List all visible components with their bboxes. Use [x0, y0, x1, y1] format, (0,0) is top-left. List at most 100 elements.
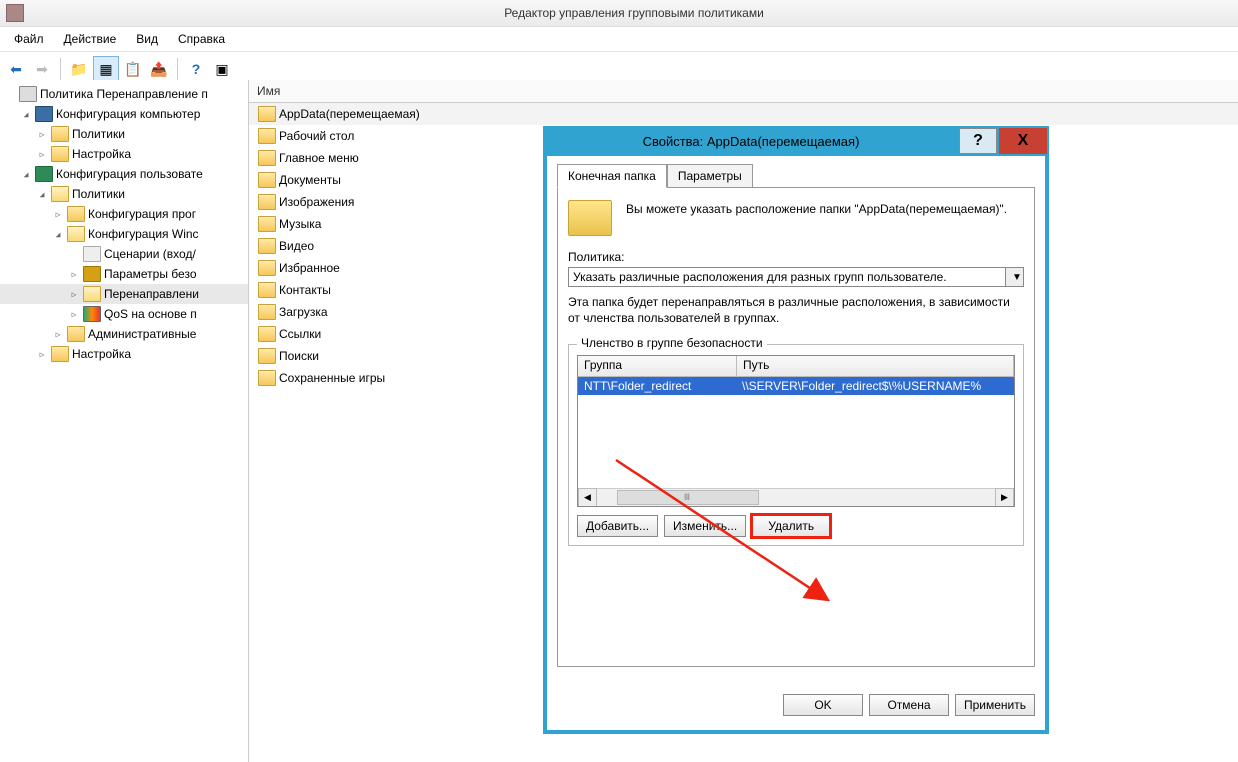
- tab-params[interactable]: Параметры: [667, 164, 753, 188]
- list-item-label: AppData(перемещаемая): [279, 107, 420, 121]
- folder-icon: [51, 346, 69, 362]
- tree-toggle-icon[interactable]: ◢: [36, 190, 48, 199]
- show-tree-button[interactable]: ▦: [93, 56, 119, 82]
- list-item-label: Музыка: [279, 217, 321, 231]
- tree-node-label: Политики: [72, 187, 125, 201]
- tree-node-label: Конфигурация прог: [88, 207, 196, 221]
- tree-toggle-icon[interactable]: ◢: [20, 170, 32, 179]
- tree-node[interactable]: ▷ Настройка: [0, 344, 248, 364]
- tree-node-label: Конфигурация пользовате: [56, 167, 203, 181]
- tree-node-label: Настройка: [72, 147, 131, 161]
- folder-icon: [258, 194, 276, 210]
- menu-view[interactable]: Вид: [126, 30, 168, 48]
- group-listview[interactable]: Группа Путь NTT\Folder_redirect \\SERVER…: [577, 355, 1015, 507]
- intro-text: Вы можете указать расположение папки "Ap…: [626, 200, 1024, 236]
- dialog-help-button[interactable]: ?: [959, 128, 997, 154]
- tree-toggle-icon[interactable]: ▷: [68, 310, 80, 319]
- properties-button[interactable]: 📋: [121, 57, 145, 81]
- apply-button[interactable]: Применить: [955, 694, 1035, 716]
- tree-node[interactable]: ▷ Настройка: [0, 144, 248, 164]
- up-button[interactable]: 📁: [67, 57, 91, 81]
- horizontal-scrollbar[interactable]: ◀ Ⅲ ▶: [578, 488, 1014, 506]
- group-row[interactable]: NTT\Folder_redirect \\SERVER\Folder_redi…: [578, 377, 1014, 395]
- tree-node[interactable]: ▷Административные: [0, 324, 248, 344]
- folder-icon: [51, 126, 69, 142]
- tree-toggle-icon[interactable]: ▷: [36, 350, 48, 359]
- group-legend: Членство в группе безопасности: [577, 336, 767, 350]
- tree-toggle-icon[interactable]: ▷: [52, 210, 64, 219]
- list-header[interactable]: Имя: [249, 80, 1238, 103]
- scroll-right-icon[interactable]: ▶: [995, 488, 1014, 507]
- add-button[interactable]: Добавить...: [577, 515, 658, 537]
- folder-icon: [258, 216, 276, 232]
- list-header-name: Имя: [257, 84, 280, 98]
- tab-pane-target: Вы можете указать расположение папки "Ap…: [557, 187, 1035, 667]
- tree-toggle-icon[interactable]: ▷: [36, 150, 48, 159]
- scroll-left-icon[interactable]: ◀: [578, 488, 597, 507]
- list-item-label: Главное меню: [279, 151, 359, 165]
- folder-icon: [258, 326, 276, 342]
- folder-open-icon: [51, 186, 69, 202]
- col-path[interactable]: Путь: [737, 356, 1014, 376]
- policy-combo-arrow[interactable]: ▼: [1006, 267, 1024, 287]
- tree-toggle-icon[interactable]: ◢: [52, 230, 64, 239]
- tree-node-label: Настройка: [72, 347, 131, 361]
- list-item-label: Сохраненные игры: [279, 371, 385, 385]
- folder-icon: [67, 206, 85, 222]
- tree-node[interactable]: ◢ Политики: [0, 184, 248, 204]
- tree-toggle-icon[interactable]: ▷: [52, 330, 64, 339]
- forward-button[interactable]: ➡: [30, 57, 54, 81]
- titlebar: Редактор управления групповыми политикам…: [0, 0, 1238, 27]
- delete-button[interactable]: Удалить: [752, 515, 830, 537]
- export-button[interactable]: 📤: [147, 57, 171, 81]
- menu-action[interactable]: Действие: [54, 30, 127, 48]
- policy-combo[interactable]: [568, 267, 1006, 287]
- tree-node-label: Политики: [72, 127, 125, 141]
- menu-file[interactable]: Файл: [4, 30, 54, 48]
- col-group[interactable]: Группа: [578, 356, 737, 376]
- tree-node[interactable]: ▷Параметры безо: [0, 264, 248, 284]
- tree-node[interactable]: ◢ Конфигурация пользовате: [0, 164, 248, 184]
- tree-toggle-icon[interactable]: ▷: [68, 270, 80, 279]
- tree-node[interactable]: ▷ Политики: [0, 124, 248, 144]
- menubar: Файл Действие Вид Справка: [0, 27, 1238, 52]
- help-button[interactable]: ?: [184, 57, 208, 81]
- menu-help[interactable]: Справка: [168, 30, 235, 48]
- tree-node-label: Сценарии (вход/: [104, 247, 196, 261]
- folder-open-icon: [83, 286, 101, 302]
- tree-node-label: Перенаправлени: [104, 287, 199, 301]
- details-button[interactable]: ▣: [210, 57, 234, 81]
- user-icon: [35, 166, 53, 182]
- tree-node-label: Конфигурация компьютер: [56, 107, 200, 121]
- tree-node[interactable]: ▷ Конфигурация прог: [0, 204, 248, 224]
- ok-button[interactable]: OK: [783, 694, 863, 716]
- comp-icon: [35, 106, 53, 122]
- tree-node[interactable]: Сценарии (вход/: [0, 244, 248, 264]
- tree-node[interactable]: ▷ Перенаправлени: [0, 284, 248, 304]
- tree-toggle-icon[interactable]: ▷: [36, 130, 48, 139]
- tree-node[interactable]: ▷QoS на основе п: [0, 304, 248, 324]
- folder-icon: [258, 106, 276, 122]
- scroll-thumb[interactable]: Ⅲ: [617, 490, 759, 505]
- cancel-button[interactable]: Отмена: [869, 694, 949, 716]
- folder-icon: [258, 150, 276, 166]
- tree-toggle-icon[interactable]: ▷: [68, 290, 80, 299]
- list-item-label: Видео: [279, 239, 314, 253]
- folder-icon: [258, 304, 276, 320]
- tree-node[interactable]: Политика Перенаправление п: [0, 84, 248, 104]
- dialog-close-button[interactable]: X: [999, 128, 1047, 154]
- edit-button[interactable]: Изменить...: [664, 515, 746, 537]
- tree-node-label: Конфигурация Winc: [88, 227, 199, 241]
- tree-node[interactable]: ◢ Конфигурация Winc: [0, 224, 248, 244]
- dialog-titlebar[interactable]: Свойства: AppData(перемещаемая) ? X: [543, 126, 1049, 156]
- list-item-label: Рабочий стол: [279, 129, 354, 143]
- list-item[interactable]: AppData(перемещаемая): [249, 103, 1238, 125]
- tree-pane[interactable]: Политика Перенаправление п ◢ Конфигурация …: [0, 80, 249, 762]
- tree-toggle-icon[interactable]: ◢: [20, 110, 32, 119]
- tree-node[interactable]: ◢ Конфигурация компьютер: [0, 104, 248, 124]
- folder-icon: [51, 146, 69, 162]
- row-path: \\SERVER\Folder_redirect$\%USERNAME%: [736, 379, 1014, 393]
- folder-icon: [258, 172, 276, 188]
- tab-target[interactable]: Конечная папка: [557, 164, 667, 188]
- back-button[interactable]: ⬅: [4, 57, 28, 81]
